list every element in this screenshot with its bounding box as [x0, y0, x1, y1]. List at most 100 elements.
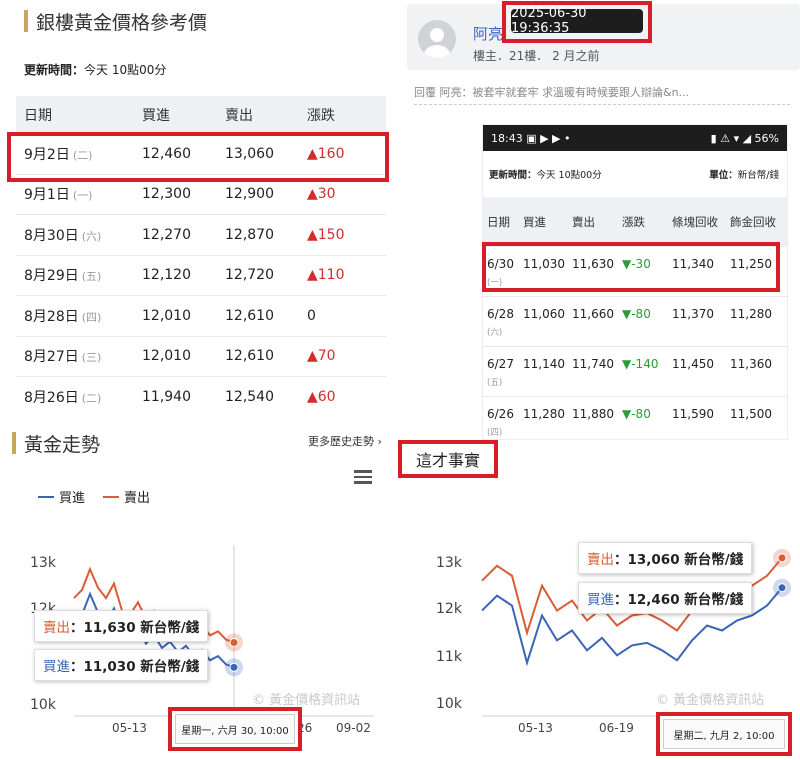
phone-table-body: 6/30 (一) 11,030 11,630 ▼-30 11,340 11,250 6/28(…: [483, 247, 787, 439]
signal-icons: ▮ ⚠ ▾ ◢: [710, 131, 755, 145]
cell-date: 8月30日 (六): [24, 227, 102, 244]
timestamp-tooltip: 2025-06-30 19:36:35: [502, 1, 652, 43]
cell-change: ▼-80: [622, 307, 651, 321]
data-point-buy[interactable]: [777, 583, 787, 593]
cell-buy: 12,270: [142, 226, 191, 243]
cell-ornament-recycle: 11,500: [730, 407, 772, 421]
phone-table-row: 6/26 (四) 11,280 11,880 ▼-80 11,590 11,500: [483, 397, 787, 439]
panel-title: 銀樓黃金價格參考價: [24, 8, 207, 35]
y-tick-11k: 11k: [436, 649, 462, 665]
table-row: 8月30日 (六) 12,270 12,870 ▲150: [16, 215, 386, 256]
cell-date: 6/27 (五): [487, 357, 514, 388]
table-row: 8月26日 (二) 11,940 12,540 ▲60: [16, 377, 386, 418]
cell-sell: 11,630: [572, 257, 614, 271]
phone-table-row: 6/28 (六) 11,060 11,660 ▼-80 11,370 11,280: [483, 297, 787, 347]
cell-sell: 12,540: [225, 388, 274, 405]
cell-ornament-recycle: 11,360: [730, 357, 772, 371]
avatar[interactable]: [418, 20, 456, 58]
reply-preview[interactable]: 回覆 阿亮：被套牢就套牢 求溫暖有時候要跟人辯論&n...: [414, 84, 790, 105]
cell-change: ▼-80: [622, 407, 651, 421]
cell-change: 0: [307, 307, 316, 324]
cell-date: 6/30 (一): [487, 257, 514, 288]
cell-sell: 12,870: [225, 226, 274, 243]
gold-trend-chart-panel-2: 13k 12k 11k 10k 05-13 06-19 © 黃金價格資訊站 賣出…: [404, 478, 800, 760]
y-tick-12k: 12k: [436, 601, 462, 617]
table-row: 8月29日 (五) 12,120 12,720 ▲110: [16, 256, 386, 296]
y-tick-10k: 10k: [30, 697, 56, 713]
y-tick-10k: 10k: [436, 696, 462, 712]
y-tick-13k: 13k: [30, 555, 56, 571]
table-row: 9月1日 (一) 12,300 12,900 ▲30: [16, 175, 386, 215]
cell-buy: 12,010: [142, 348, 191, 365]
table-row: 8月27日 (三) 12,010 12,610 ▲70: [16, 337, 386, 377]
cell-sell: 12,610: [225, 307, 274, 324]
phone-screenshot: 18:43 ▣ ▶ ▶ • ▮ ⚠ ▾ ◢ 56% 更新時間：今天 10點00分…: [482, 124, 788, 440]
buy-tooltip: 買進：11,030 新台幣/錢: [34, 649, 209, 681]
cell-bar-recycle: 11,590: [672, 407, 714, 421]
cell-change: ▲60: [307, 388, 336, 405]
cell-date: 8月26日 (二): [24, 389, 102, 406]
phone-table-header: 日期 買進 賣出 漲跌 條塊回收 飾金回收: [483, 197, 787, 247]
phone-col-ornament-recycle: 飾金回收: [730, 214, 776, 229]
username-link[interactable]: 阿亮: [473, 23, 503, 44]
cell-buy: 12,300: [142, 186, 191, 203]
cell-bar-recycle: 11,340: [672, 257, 714, 271]
post-meta: 樓主．21樓． 2 月之前: [473, 49, 600, 63]
table-header: 日期 買進 賣出 漲跌: [16, 96, 386, 134]
update-label: 更新時間：: [24, 63, 85, 77]
data-point-sell[interactable]: [777, 553, 787, 563]
cell-date: 8月27日 (三): [24, 349, 102, 366]
gold-trend-chart-panel: 黃金走勢 更多歷史走勢 › 買進 賣出 13k 12k 10k 05-13 26…: [0, 415, 395, 760]
col-sell: 賣出: [225, 108, 253, 124]
cell-change: ▲70: [307, 348, 336, 365]
cell-change: ▼-140: [622, 357, 659, 371]
cell-sell: 12,900: [225, 186, 274, 203]
cell-buy: 12,120: [142, 267, 191, 284]
watermark: © 黃金價格資訊站: [656, 693, 765, 708]
status-right: ▮ ⚠ ▾ ◢ 56%: [710, 131, 779, 145]
date-tooltip: 星期一, 六月 30, 10:00: [168, 707, 302, 751]
watermark: © 黃金價格資訊站: [252, 693, 361, 708]
x-tick-1: 05-13: [518, 721, 553, 735]
buy-tooltip: 買進：12,460 新台幣/錢: [578, 582, 753, 614]
x-tick-1: 05-13: [112, 721, 147, 735]
cell-buy: 11,940: [142, 388, 191, 405]
cell-buy: 11,280: [523, 407, 565, 421]
y-tick-13k: 13k: [436, 555, 462, 571]
data-point-sell[interactable]: [229, 637, 239, 647]
cell-buy: 12,460: [142, 145, 191, 162]
phone-col-change: 漲跌: [622, 215, 645, 229]
sell-tooltip: 賣出：13,060 新台幣/錢: [578, 542, 753, 574]
phone-col-buy: 買進: [523, 215, 546, 229]
cell-buy: 11,140: [523, 357, 565, 371]
phone-table-row: 6/27 (五) 11,140 11,740 ▼-140 11,450 11,360: [483, 347, 787, 397]
col-date: 日期: [24, 108, 52, 124]
table-row: 8月28日 (四) 12,010 12,610 0: [16, 296, 386, 337]
cell-sell: 13,060: [225, 145, 274, 162]
app-icons: ▣ ▶ ▶ •: [526, 131, 571, 145]
sell-tooltip: 賣出：11,630 新台幣/錢: [34, 610, 209, 642]
cell-change: ▲110: [307, 267, 345, 284]
cell-sell: 11,740: [572, 357, 614, 371]
phone-price-table: 日期 買進 賣出 漲跌 條塊回收 飾金回收 6/30 (一) 11,030 11,63…: [483, 197, 787, 439]
cell-buy: 12,010: [142, 307, 191, 324]
status-time: 18:43 ▣ ▶ ▶ •: [491, 131, 571, 145]
cell-sell: 12,610: [225, 348, 274, 365]
cell-date: 9月2日 (二): [24, 146, 93, 163]
gold-price-table-panel: 銀樓黃金價格參考價 更新時間：今天 10點00分 日期 買進 賣出 漲跌 9月2…: [0, 0, 395, 418]
update-time: 更新時間：今天 10點00分: [24, 61, 166, 78]
data-point-buy[interactable]: [229, 662, 239, 672]
cell-date: 8月29日 (五): [24, 268, 102, 285]
forum-post-panel: 阿亮 樓主．21樓． 2 月之前 2025-06-30 19:36:35 回覆 …: [404, 0, 800, 440]
x-tick-2: 06-19: [599, 721, 634, 735]
cell-ornament-recycle: 11,280: [730, 307, 772, 321]
update-value: 今天 10點00分: [84, 63, 167, 77]
timestamp-text: 2025-06-30 19:36:35: [511, 6, 643, 36]
cell-change: ▲150: [307, 226, 345, 243]
cell-bar-recycle: 11,370: [672, 307, 714, 321]
cell-buy: 11,030: [523, 257, 565, 271]
cell-sell: 11,660: [572, 307, 614, 321]
cell-bar-recycle: 11,450: [672, 357, 714, 371]
phone-table-row: 6/30 (一) 11,030 11,630 ▼-30 11,340 11,250: [483, 247, 787, 297]
phone-unit: 單位：新台幣/錢: [709, 170, 779, 181]
